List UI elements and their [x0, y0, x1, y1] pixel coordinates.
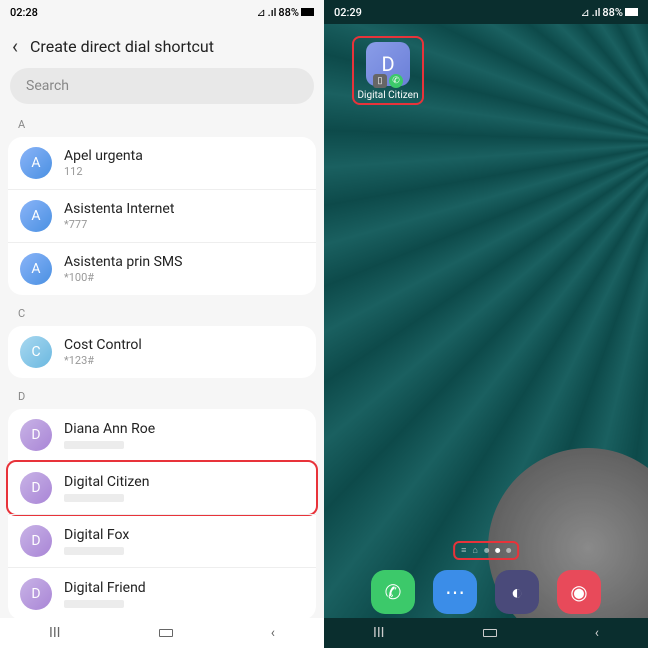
contact-row[interactable]: A Apel urgenta112: [8, 137, 316, 189]
avatar: A: [20, 253, 52, 285]
contact-row[interactable]: D Digital Fox: [8, 514, 316, 567]
back-nav-icon[interactable]: ‹: [595, 625, 599, 641]
shortcut-digital-citizen[interactable]: D ▯✆ Digital Citizen: [352, 36, 424, 105]
contact-number: 112: [64, 165, 304, 178]
phone-app-icon[interactable]: ✆: [371, 570, 415, 614]
section-header: A: [0, 112, 324, 137]
contact-name: Digital Citizen: [64, 474, 304, 490]
avatar: C: [20, 336, 52, 368]
section-header: D: [0, 384, 324, 409]
search-input[interactable]: Search: [10, 68, 314, 104]
browser-app-icon[interactable]: ◐: [495, 570, 539, 614]
avatar: A: [20, 147, 52, 179]
contact-number: [64, 494, 124, 502]
home-icon[interactable]: [159, 629, 173, 637]
shortcut-label: Digital Citizen: [356, 90, 420, 101]
contact-name: Asistenta Internet: [64, 201, 304, 217]
contact-number: [64, 600, 124, 608]
contact-row[interactable]: A Asistenta Internet*777: [8, 189, 316, 242]
camera-app-icon[interactable]: ◉: [557, 570, 601, 614]
page-indicator[interactable]: ≡⌂: [453, 541, 519, 560]
contact-name: Diana Ann Roe: [64, 421, 304, 437]
nav-bar: III ‹: [324, 618, 648, 648]
contact-name: Asistenta prin SMS: [64, 254, 304, 270]
dock: ✆ ⋯ ◐ ◉: [324, 570, 648, 614]
contact-row[interactable]: D Digital Friend: [8, 567, 316, 620]
page-title: Create direct dial shortcut: [30, 37, 214, 56]
nav-bar: III ‹: [0, 618, 324, 648]
avatar: D: [20, 578, 52, 610]
contact-row[interactable]: D Diana Ann Roe: [8, 409, 316, 461]
contact-row[interactable]: D Digital Citizen: [8, 461, 316, 514]
contact-number: *123#: [64, 354, 304, 367]
avatar: D: [20, 419, 52, 451]
contact-name: Apel urgenta: [64, 148, 304, 164]
time: 02:29: [334, 6, 362, 19]
recents-icon[interactable]: III: [373, 625, 384, 641]
home-icon[interactable]: [483, 629, 497, 637]
phone-icon: ✆: [389, 74, 403, 88]
wallpaper: [324, 24, 648, 618]
contact-name: Digital Fox: [64, 527, 304, 543]
avatar: D: [20, 472, 52, 504]
status-icons: ⊿.ıl88%: [256, 6, 314, 19]
avatar: D: [20, 525, 52, 557]
contact-number: *777: [64, 218, 304, 231]
section-header: C: [0, 301, 324, 326]
messages-app-icon[interactable]: ⋯: [433, 570, 477, 614]
sim-icon: ▯: [373, 74, 387, 88]
contact-number: [64, 547, 124, 555]
contact-row[interactable]: C Cost Control*123#: [8, 326, 316, 378]
avatar: A: [20, 200, 52, 232]
back-icon[interactable]: ‹: [12, 34, 18, 58]
contact-number: *100#: [64, 271, 304, 284]
contact-number: [64, 441, 124, 449]
status-icons: ⊿.ıl88%: [580, 6, 638, 19]
contact-name: Digital Friend: [64, 580, 304, 596]
back-nav-icon[interactable]: ‹: [271, 625, 275, 641]
contact-name: Cost Control: [64, 337, 304, 353]
contact-row[interactable]: A Asistenta prin SMS*100#: [8, 242, 316, 295]
time: 02:28: [10, 6, 38, 19]
recents-icon[interactable]: III: [49, 625, 60, 641]
